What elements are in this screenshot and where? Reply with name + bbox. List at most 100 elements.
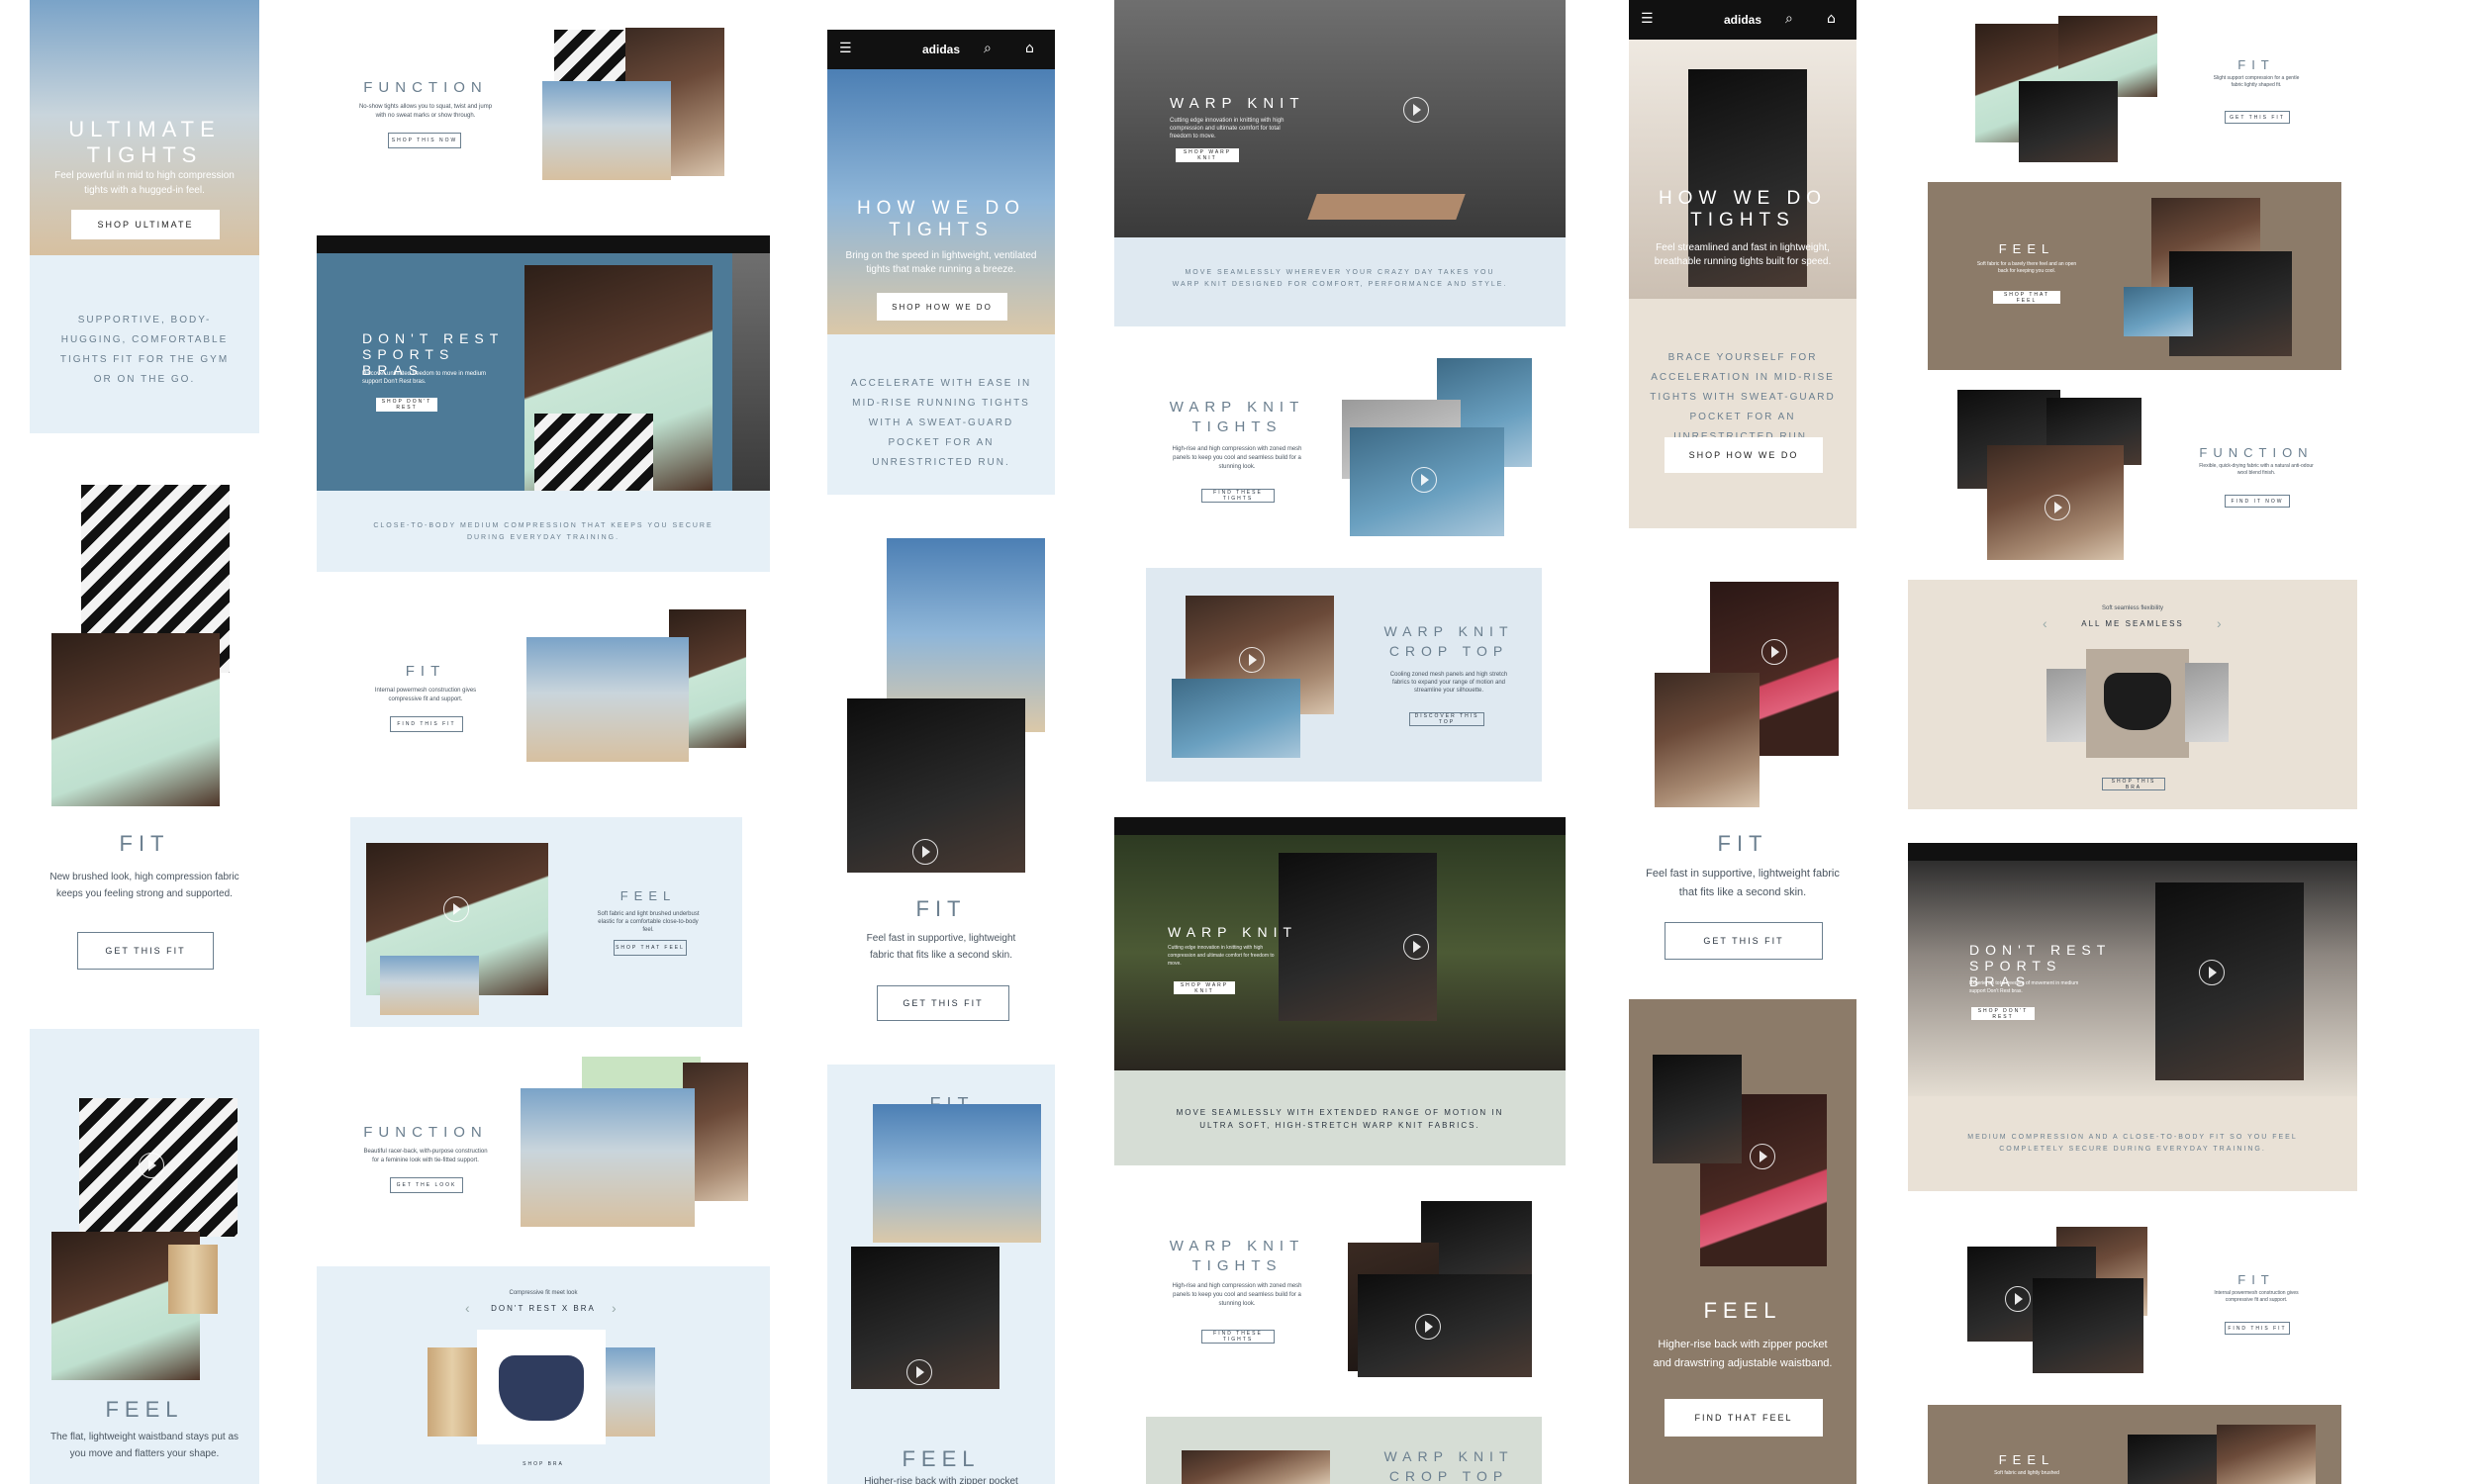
col3-feel-card: FIT FEEL Higher-rise back with zipper po… (827, 1065, 1055, 1484)
play-icon[interactable] (139, 1153, 164, 1178)
play-icon[interactable] (1761, 639, 1787, 665)
col6-feel2-title: FEEL (1998, 1452, 2055, 1467)
play-icon[interactable] (2005, 1286, 2031, 1312)
col4-crop-body: Cooling zoned mesh panels and high stret… (1389, 672, 1508, 694)
col6-carousel-button[interactable]: SHOP THIS BRA (2102, 778, 2165, 790)
find-that-feel-button[interactable]: FIND THAT FEEL (1665, 1399, 1823, 1437)
shop-ultimate-button[interactable]: SHOP ULTIMATE (71, 210, 220, 239)
col1-fit-body: New brushed look, high compression fabri… (49, 872, 239, 899)
get-this-fit-button[interactable]: GET THIS FIT (77, 932, 214, 970)
col4-hero: WARP KNIT Cutting edge innovation in kni… (1114, 0, 1566, 237)
carousel-shop-button[interactable]: SHOP BRA (511, 1458, 576, 1470)
col1-feel-card: FEEL The flat, lightweight waistband sta… (30, 1029, 259, 1484)
col1-feel-title: FEEL (105, 1397, 184, 1422)
col2-desktop-hero: DON'T REST SPORTS BRAS Discover unlimite… (317, 235, 770, 491)
col4-hero-title: WARP KNIT (1170, 95, 1305, 112)
col6-carousel-center (2086, 649, 2189, 758)
play-icon[interactable] (1415, 1314, 1441, 1340)
col6-feel-title: FEEL (1998, 241, 2055, 256)
play-icon[interactable] (912, 839, 938, 865)
col6-fit-body: Slight support compression for a gentle … (2213, 75, 2300, 88)
col6-fit-button[interactable]: GET THIS FIT (2225, 111, 2290, 124)
play-icon[interactable] (1750, 1144, 1775, 1169)
play-icon[interactable] (1411, 467, 1437, 493)
search-icon[interactable]: ⌕ (1785, 11, 1793, 27)
brand-logo[interactable]: adidas (1629, 13, 1856, 27)
col5-tagline: BRACE YOURSELF FOR ACCELERATION IN MID-R… (1650, 352, 1836, 442)
shop-warp-knit-button[interactable]: SHOP WARP KNIT (1176, 148, 1239, 162)
col4-hero-mat (1307, 194, 1466, 220)
col5-fit-title: FIT (1717, 831, 1768, 856)
col4-tights-button[interactable]: FIND THESE TIGHTS (1201, 489, 1275, 503)
play-icon[interactable] (1403, 934, 1429, 960)
col2-feel-button[interactable]: SHOP THAT FEEL (614, 940, 687, 956)
shop-dont-rest-button[interactable]: SHOP DON'T REST (376, 398, 437, 412)
col2-hero-tagline-card: CLOSE-TO-BODY MEDIUM COMPRESSION THAT KE… (317, 491, 770, 572)
col3-feel-body: Higher-rise back with zipper pocket (864, 1476, 1018, 1484)
col6-feel-button[interactable]: SHOP THAT FEEL (1993, 291, 2060, 304)
play-icon[interactable] (443, 896, 469, 922)
play-icon[interactable] (1239, 647, 1265, 673)
col5-shop-how-we-do-button[interactable]: SHOP HOW WE DO (1665, 437, 1823, 473)
col5-get-this-fit-button[interactable]: GET THIS FIT (1665, 922, 1823, 960)
carousel-next-icon[interactable]: › (612, 1300, 617, 1316)
search-icon[interactable]: ⌕ (984, 41, 992, 56)
col4-crop2-card: WARP KNIT CROP TOP (1146, 1417, 1542, 1484)
col5-feel-body: Higher-rise back with zipper pocket and … (1653, 1339, 1833, 1369)
col5-feel-photo-b (1653, 1055, 1742, 1163)
col4-hero-tagline: MOVE SEAMLESSLY WHEREVER YOUR CRAZY DAY … (1172, 269, 1508, 288)
col3-get-this-fit-button[interactable]: GET THIS FIT (877, 985, 1009, 1021)
col6-fit2-button[interactable]: FIND THIS FIT (2225, 1322, 2290, 1335)
col4-crop-button[interactable]: DISCOVER THIS TOP (1409, 712, 1484, 726)
col2-function2-button[interactable]: GET THE LOOK (390, 1177, 463, 1193)
col6-carousel-kicker: Soft seamless flexibility (2101, 605, 2164, 611)
play-icon[interactable] (2045, 495, 2070, 520)
col4-desktop-hero: WARP KNIT Cutting edge innovation in kni… (1114, 817, 1566, 1070)
col4-desktop-tagline: MOVE SEAMLESSLY WITH EXTENDED RANGE OF M… (1176, 1108, 1504, 1130)
carousel-prev-icon[interactable]: ‹ (2043, 615, 2047, 631)
col6-function-button[interactable]: FIND IT NOW (2225, 495, 2290, 508)
carousel-photo-center (477, 1330, 606, 1444)
col5-feel-card: FEEL Higher-rise back with zipper pocket… (1629, 999, 1856, 1484)
play-icon[interactable] (2199, 960, 2225, 985)
bag-icon[interactable]: ⌂ (1025, 41, 1034, 56)
col6-desktop-body: Experience total freedom of movement in … (1969, 980, 2079, 994)
hero-body: Feel powerful in mid to high compression… (54, 170, 235, 196)
feel-photo-c (168, 1245, 218, 1314)
col5-mobile-hero: ☰ adidas ⌕ ⌂ HOW WE DO TIGHTS Feel strea… (1629, 0, 1856, 299)
carousel-title: DON'T REST X BRA (491, 1304, 596, 1313)
col4-tights-body: High-rise and high compression with zone… (1172, 446, 1302, 470)
play-icon[interactable] (906, 1359, 932, 1385)
col6-desktop-subject (2155, 882, 2304, 1080)
function-photo-c (542, 81, 671, 180)
col2-function-button[interactable]: SHOP THIS NOW (388, 133, 461, 148)
carousel-photo-right (606, 1347, 655, 1437)
col6-shop-dont-rest-button[interactable]: SHOP DON'T REST (1971, 1007, 2035, 1020)
col4-hero-tagline-card: MOVE SEAMLESSLY WHEREVER YOUR CRAZY DAY … (1114, 237, 1566, 326)
col6-carousel-right (2185, 663, 2229, 742)
col3-feel-photo-a (873, 1104, 1041, 1243)
col2-fit-button[interactable]: FIND THIS FIT (390, 716, 463, 732)
carousel-prev-icon[interactable]: ‹ (465, 1300, 470, 1316)
desktop-hero-side (732, 253, 770, 491)
col4-tights2-button[interactable]: FIND THESE TIGHTS (1201, 1330, 1275, 1344)
carousel-kicker: Compressive fit meet look (509, 1290, 578, 1296)
col4-desktop-title: WARP KNIT (1168, 924, 1298, 940)
desktop-nav (317, 235, 770, 253)
shop-how-we-do-button[interactable]: SHOP HOW WE DO (877, 293, 1007, 321)
mobile-nav: ☰ adidas ⌕ ⌂ (1629, 0, 1856, 40)
carousel-next-icon[interactable]: › (2217, 615, 2222, 631)
brand-logo[interactable]: adidas (827, 43, 1055, 56)
col5-fit-body: Feel fast in supportive, lightweight fab… (1646, 868, 1840, 898)
play-icon[interactable] (1403, 97, 1429, 123)
col4-desktop-button[interactable]: SHOP WARP KNIT (1174, 981, 1235, 994)
col6-fit2-photo-c (2033, 1278, 2143, 1373)
col2-fit-title: FIT (405, 663, 446, 680)
fit-photo-d (526, 637, 689, 762)
bra-product-shape (499, 1355, 584, 1421)
col5-hero-body: Feel streamlined and fast in lightweight… (1654, 242, 1832, 267)
col3-tagline-card: ACCELERATE WITH EASE IN MID-RISE RUNNING… (827, 334, 1055, 495)
col6-feel2-photo-b (2217, 1425, 2316, 1484)
bag-icon[interactable]: ⌂ (1827, 11, 1836, 27)
col1-hero: ULTIMATE TIGHTS Feel powerful in mid to … (30, 0, 259, 255)
